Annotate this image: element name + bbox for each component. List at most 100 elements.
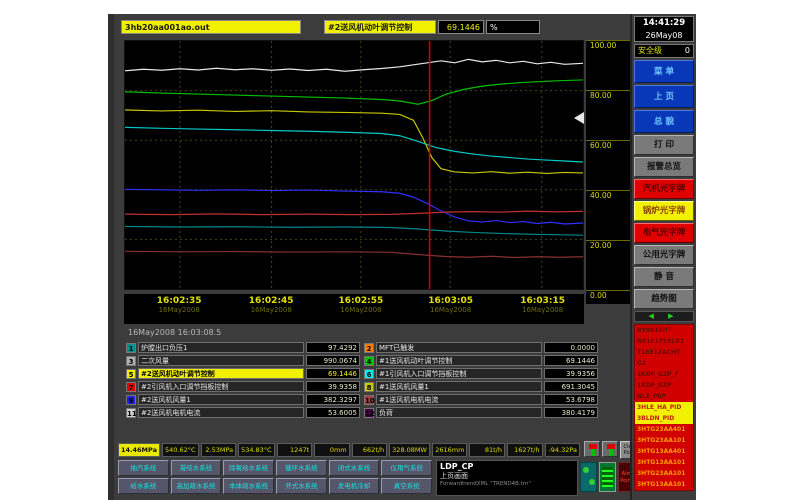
ldp-prev-page[interactable]: 上页画面 xyxy=(440,471,574,481)
trend-plot-area[interactable] xyxy=(124,40,584,290)
value-pointer-icon[interactable] xyxy=(574,112,584,124)
tag-item[interactable]: 3HTG23AA101 xyxy=(635,435,693,446)
tag-item[interactable]: 3HTG23AA401 xyxy=(635,424,693,435)
selected-tag-field[interactable]: #2送风机动叶调节控制 xyxy=(324,20,436,34)
tag-item[interactable]: B99018HT xyxy=(635,325,693,336)
system-button[interactable]: 循环水系统 xyxy=(276,460,327,476)
tag-item[interactable]: 1KDF_GZP xyxy=(635,380,693,391)
legend-tag-value: 380.4179 xyxy=(544,407,598,418)
legend-tag-label[interactable]: #1引风机入口调节挡板控制 xyxy=(376,368,542,379)
legend-column-right: 2MFT已触发0.0000 4#1送风机动叶调节控制69.1446 6#1引风机入口… xyxy=(364,342,598,420)
legend-tag-value: 990.0674 xyxy=(306,355,360,366)
legend-pen-number: 6 xyxy=(364,369,374,379)
legend-tag-label[interactable]: #2送风机电机电流 xyxy=(138,407,304,418)
system-button[interactable]: 真空系统 xyxy=(381,478,432,494)
legend-tag-label[interactable]: MFT已触发 xyxy=(376,342,542,353)
legend-row[interactable]: 7#2引风机入口调节挡板控制39.9358 xyxy=(126,381,360,392)
legend-tag-label[interactable]: #2引风机入口调节挡板控制 xyxy=(138,381,304,392)
system-buttons-row1: 抽汽系统凝结水系统除氧给水系统循环水系统闭式水系统仪用气系统 xyxy=(118,460,432,476)
legend-row[interactable]: 9#2送风机风量1382.3297 xyxy=(126,394,360,405)
sidebar-button[interactable]: 汽机光字牌 xyxy=(634,179,694,199)
legend-column-left: 1炉膛出口负压197.4292 3二次风量990.0674 5#2送风机动叶调节控制… xyxy=(126,342,360,420)
system-button[interactable]: 本体疏水系统 xyxy=(223,478,274,494)
sidebar-button[interactable]: 锅炉光字牌 xyxy=(634,201,694,221)
legend-tag-label[interactable]: #2送风机动叶调节控制 xyxy=(138,368,304,379)
system-button[interactable]: 开式水系统 xyxy=(276,478,327,494)
tag-item[interactable]: 3HTG13AA101 xyxy=(635,479,693,490)
system-button[interactable]: 闭式水系统 xyxy=(329,460,380,476)
tag-item[interactable]: 3HTG13AA401 xyxy=(635,446,693,457)
tag-item[interactable]: G2 xyxy=(635,358,693,369)
valve-indicator-icon[interactable] xyxy=(584,441,600,457)
tag-item[interactable]: NLE_PAP xyxy=(635,391,693,402)
tag-item[interactable]: T18E12ACHT xyxy=(635,347,693,358)
status-value: 534.83°C xyxy=(238,443,275,457)
sidebar-button[interactable]: 打 印 xyxy=(634,135,694,155)
molecule-icon[interactable] xyxy=(580,462,597,492)
sidebar-button[interactable]: 电气光字牌 xyxy=(634,223,694,243)
system-button[interactable]: 高加疏水系统 xyxy=(171,478,222,494)
x-tick-time: 16:03:15 xyxy=(503,296,583,306)
sidebar-button[interactable]: 趋势图 xyxy=(634,289,694,309)
security-label: 安全级 xyxy=(638,45,662,57)
x-tick-date: 16May2008 xyxy=(503,306,583,314)
trend-curve xyxy=(125,211,583,214)
page-arrows[interactable]: ◀ ▶ xyxy=(634,311,694,322)
legend-tag-label[interactable]: 负荷 xyxy=(376,407,542,418)
system-button[interactable]: 仪用气系统 xyxy=(381,460,432,476)
tag-item[interactable]: 1KDF_GZP_F xyxy=(635,369,693,380)
trend-curve xyxy=(125,59,583,71)
security-level-panel: 安全级 0 xyxy=(634,44,694,58)
tag-item[interactable]: N01E17S5L#1 xyxy=(635,336,693,347)
x-tick-date: 16May2008 xyxy=(231,306,311,314)
trend-file-field[interactable]: 3hb20aa001ao.out xyxy=(121,20,301,34)
legend-row[interactable]: 10#1送风机电机电流53.6798 xyxy=(364,394,598,405)
valve-indicator-icon[interactable] xyxy=(602,441,618,457)
legend-row[interactable]: 8#1送风机风量1691.3045 xyxy=(364,381,598,392)
status-value: 2616mm xyxy=(432,443,468,457)
sidebar-button[interactable]: 公用光字牌 xyxy=(634,245,694,265)
sidebar-button[interactable]: 上 页 xyxy=(634,85,694,108)
system-button[interactable]: 给水系统 xyxy=(118,478,169,494)
legend-tag-value: 382.3297 xyxy=(306,394,360,405)
table-icon[interactable] xyxy=(599,462,616,492)
tag-item[interactable]: 3HTG23AA101 xyxy=(635,468,693,479)
system-button[interactable]: 凝结水系统 xyxy=(171,460,222,476)
legend-tag-label[interactable]: 二次风量 xyxy=(138,355,304,366)
legend-tag-label[interactable]: #1送风机电机电流 xyxy=(376,394,542,405)
legend-row[interactable]: 11#2送风机电机电流53.6005 xyxy=(126,407,360,418)
ldp-trend-file: ForwardtrendXML "TREND4B.trn" xyxy=(440,481,574,487)
legend-row[interactable]: 12负荷380.4179 xyxy=(364,407,598,418)
sidebar-button[interactable]: 总 貌 xyxy=(634,110,694,133)
legend-row[interactable]: 3二次风量990.0674 xyxy=(126,355,360,366)
legend-row[interactable]: 6#1引风机入口调节挡板控制39.9356 xyxy=(364,368,598,379)
legend-row[interactable]: 5#2送风机动叶调节控制69.1446 xyxy=(126,368,360,379)
legend-pen-number: 11 xyxy=(126,408,136,418)
status-value: 540.62°C xyxy=(162,443,199,457)
trend-curves xyxy=(125,41,583,289)
cursor-timestamp: 16May2008 16:03:08.5 xyxy=(128,328,428,337)
legend-tag-value: 69.1446 xyxy=(544,355,598,366)
legend-tag-label[interactable]: #1送风机动叶调节控制 xyxy=(376,355,542,366)
tag-item[interactable]: 3HLE_HA_PID xyxy=(635,402,693,413)
y-tick-label: 20.00 xyxy=(586,240,634,250)
x-axis: 16:02:3516May200816:02:4516May200816:02:… xyxy=(124,294,584,324)
legend-row[interactable]: 2MFT已触发0.0000 xyxy=(364,342,598,353)
sidebar-button[interactable]: 静 音 xyxy=(634,267,694,287)
system-button[interactable]: 抽汽系统 xyxy=(118,460,169,476)
legend-tag-label[interactable]: #1送风机风量1 xyxy=(376,381,542,392)
system-button[interactable]: 除氧给水系统 xyxy=(223,460,274,476)
sidebar-button[interactable]: 报警总览 xyxy=(634,157,694,177)
tag-item[interactable]: 3HTG13AA101 xyxy=(635,457,693,468)
legend-row[interactable]: 1炉膛出口负压197.4292 xyxy=(126,342,360,353)
legend-tag-value: 0.0000 xyxy=(544,342,598,353)
legend-tag-label[interactable]: 炉膛出口负压1 xyxy=(138,342,304,353)
system-button[interactable]: 发电机冷却 xyxy=(329,478,380,494)
legend-tag-label[interactable]: #2送风机风量1 xyxy=(138,394,304,405)
legend-tag-value: 53.6005 xyxy=(306,407,360,418)
status-value: 662t/h xyxy=(352,443,388,457)
legend-row[interactable]: 4#1送风机动叶调节控制69.1446 xyxy=(364,355,598,366)
tag-item[interactable]: 3BLDN_PID xyxy=(635,413,693,424)
x-tick-date: 16May2008 xyxy=(411,306,491,314)
sidebar-button[interactable]: 菜 单 xyxy=(634,60,694,83)
